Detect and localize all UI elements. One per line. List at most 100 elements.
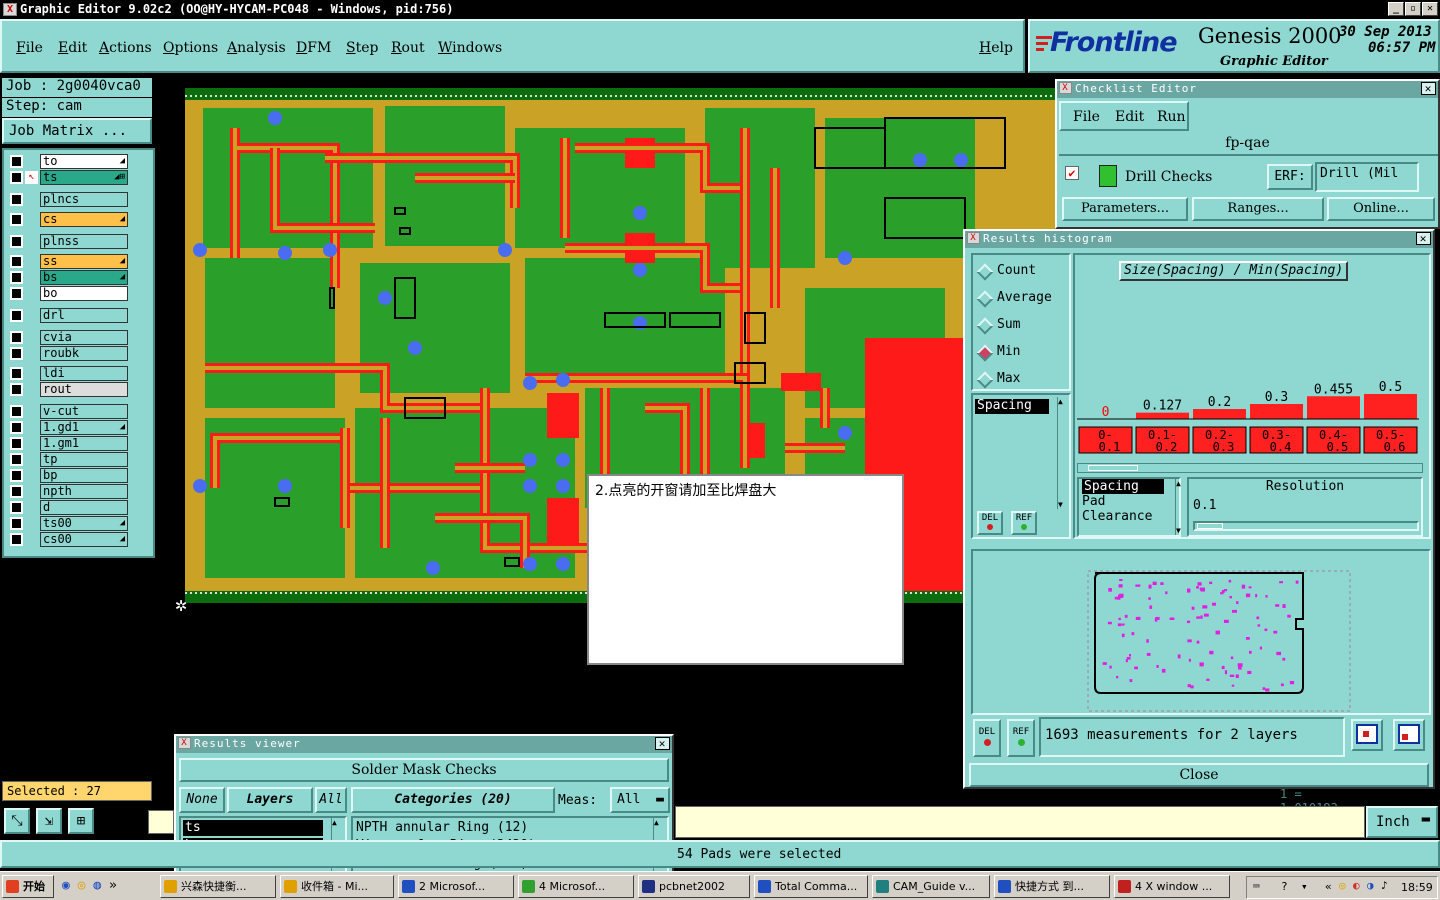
tray-network-icon[interactable]: ◑ [1367,879,1374,892]
check-enabled-checkbox[interactable]: ✔ [1065,166,1079,180]
browser-icon[interactable]: ◍ [93,878,101,893]
erf-value[interactable]: Drill (Mil [1315,162,1419,192]
taskbar-item[interactable]: 4 Microsof... [518,875,634,898]
checklist-menu-file[interactable]: File [1073,109,1100,125]
menu-help[interactable]: Help [979,40,1013,56]
layer-name[interactable]: 1.gd1 ◢ [40,420,128,435]
menu-dfm[interactable]: DFM [296,40,331,56]
layer-checkbox[interactable] [10,405,23,418]
all-button[interactable]: All [315,787,347,813]
zoom-fit-icon[interactable]: ⤡ [4,808,30,834]
layer-name[interactable]: rout [40,382,128,397]
menu-windows[interactable]: Windows [438,40,502,56]
layer-row-bs[interactable]: bs ◢ [8,270,128,285]
layer-row-cs[interactable]: cs ◢ [8,212,128,227]
layer-name[interactable]: cvia [40,330,128,345]
result-layer-item[interactable]: ts [183,820,323,836]
tray-volume-icon[interactable]: ♪ [1381,879,1388,892]
command-field[interactable] [675,806,1365,838]
minimize-button[interactable]: _ [1388,2,1404,16]
layer-checkbox[interactable] [10,271,23,284]
job-matrix-button[interactable]: Job Matrix ... [2,118,152,144]
layer-row-ss[interactable]: ss ◢ [8,254,128,269]
layer-checkbox[interactable] [10,469,23,482]
layer-row-bo[interactable]: bo [8,286,128,301]
mode-radio-min[interactable] [976,344,994,362]
layer-checkbox[interactable] [10,171,23,184]
layer-checkbox[interactable] [10,255,23,268]
menu-actions[interactable]: Actions [99,40,152,56]
menu-options[interactable]: Options [163,40,218,56]
layer-checkbox[interactable] [10,453,23,466]
tray-expand-icon[interactable]: « [1325,880,1332,893]
resolution-slider[interactable] [1193,521,1419,531]
units-dropdown[interactable]: Inch ▬ [1366,806,1438,838]
layer-row-ts00[interactable]: ts00 ◢ [8,516,128,531]
layer-name[interactable]: 1.gm1 [40,436,128,451]
close-window-button[interactable]: ✕ [1422,2,1438,16]
del-button-bottom[interactable]: DEL [973,719,1001,757]
x-app-icon[interactable]: X [3,3,17,16]
layer-checkbox[interactable] [10,235,23,248]
taskbar-item[interactable]: Total Comma... [754,875,868,898]
layer-checkbox[interactable] [10,533,23,546]
layer-row-rout[interactable]: rout [8,382,128,397]
categories-button[interactable]: Categories (20) [351,787,555,813]
checklist-menu-edit[interactable]: Edit [1115,109,1144,125]
tray-antivirus-icon[interactable]: ◐ [1353,879,1360,892]
layer-checkbox[interactable] [10,517,23,530]
ranges-button[interactable]: Ranges... [1192,197,1324,221]
taskbar-item[interactable]: 4 X window ... [1114,875,1230,898]
tray-app-icon[interactable]: ◎ [1339,879,1346,892]
zoom-area-icon[interactable]: ⇲ [36,808,62,834]
layer-row-ts[interactable]: ↖ ts ◢⊞ [8,170,128,185]
measure-scrollbar[interactable]: ▲ ▼ [1175,479,1185,535]
mode-radio-sum[interactable] [976,317,994,335]
layer-row-1.gd1[interactable]: 1.gd1 ◢ [8,420,128,435]
checklist-menu-run[interactable]: Run [1157,109,1186,125]
affected-arrow-icon[interactable]: ↖ [25,171,38,184]
layer-row-ldi[interactable]: ldi [8,366,128,381]
taskbar-item[interactable]: 收件箱 - Mi... [280,875,394,898]
keyboard-icon[interactable]: ⌨ [1253,880,1260,893]
display-mode-icon[interactable] [1351,719,1383,751]
start-button[interactable]: 开始 [2,875,54,898]
layers-button[interactable]: Layers [227,787,313,813]
layer-name[interactable]: ts00 ◢ [40,516,128,531]
layer-checkbox[interactable] [10,309,23,322]
taskbar-item[interactable]: 兴森快捷衡... [160,875,276,898]
menu-edit[interactable]: Edit [58,40,87,56]
taskbar-item[interactable]: 快捷方式 到... [994,875,1110,898]
layer-checkbox[interactable] [10,287,23,300]
erf-button[interactable]: ERF: [1267,164,1313,190]
layer-row-cs00[interactable]: cs00 ◢ [8,532,128,547]
measure-item-spacing[interactable]: Spacing [1082,479,1164,494]
layer-checkbox[interactable] [10,421,23,434]
layer-row-drl[interactable]: drl [8,308,128,323]
layer-checkbox[interactable] [10,347,23,360]
layer-checkbox[interactable] [10,155,23,168]
layer-checkbox[interactable] [10,213,23,226]
layer-row-cvia[interactable]: cvia [8,330,128,345]
none-button[interactable]: None [179,787,225,813]
layer-name[interactable]: cs ◢ [40,212,128,227]
layer-row-bp[interactable]: bp [8,468,128,483]
mode-radio-max[interactable] [976,371,994,389]
layer-checkbox[interactable] [10,485,23,498]
layer-row-tp[interactable]: tp [8,452,128,467]
layer-checkbox[interactable] [10,437,23,450]
menu-analysis[interactable]: Analysis [227,40,286,56]
layer-name[interactable]: ss ◢ [40,254,128,269]
close-icon[interactable]: ✕ [655,737,670,750]
layer-name[interactable]: ts ◢⊞ [40,170,128,185]
taskbar-item[interactable]: CAM_Guide v... [872,875,990,898]
layer-row-v-cut[interactable]: v-cut [8,404,128,419]
taskbar-item[interactable]: pcbnet2002 [638,875,750,898]
layer-checkbox[interactable] [10,501,23,514]
menu-step[interactable]: Step [346,40,378,56]
mode-radio-average[interactable] [976,290,994,308]
close-icon[interactable]: ✕ [1421,82,1436,95]
layer-name[interactable]: bp [40,468,128,483]
measure-item-pad[interactable]: Pad [1082,494,1179,509]
grid-icon[interactable]: ⊞ [68,808,94,834]
